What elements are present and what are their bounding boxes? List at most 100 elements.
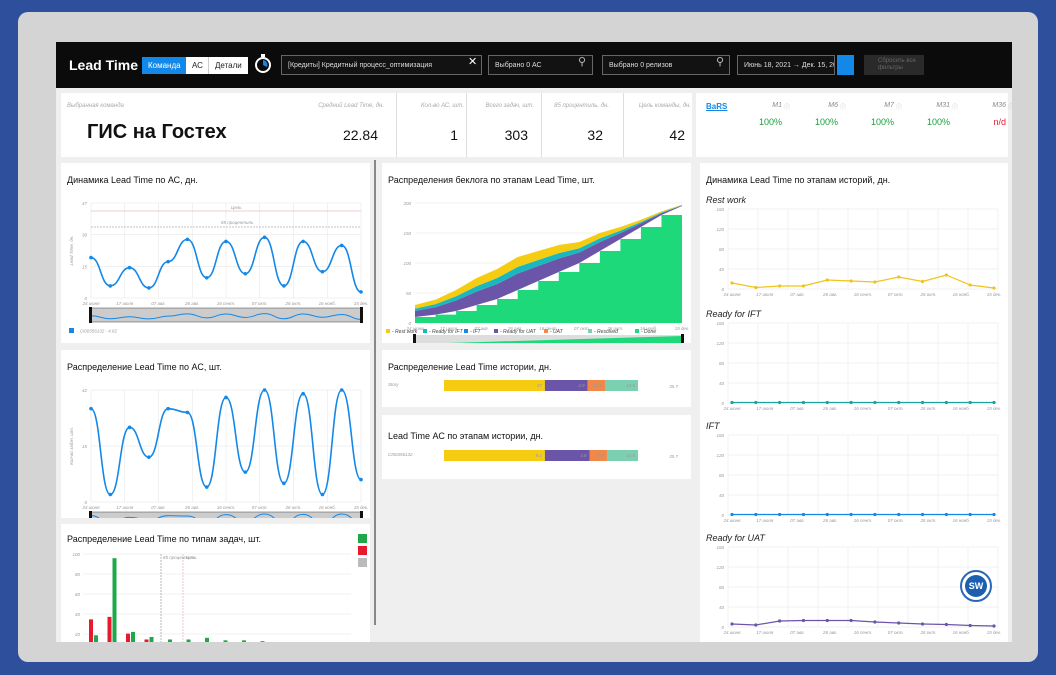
- green-bar: [94, 635, 98, 642]
- data-point: [89, 255, 93, 260]
- search-icon[interactable]: ⚲: [578, 55, 586, 68]
- y-tick-label: 120: [716, 453, 724, 458]
- lead-time-distribution-chart: 42150Кол-во задач, шт.24 июня 17 июля 07 а…: [69, 388, 368, 518]
- y-tick-label: 100: [403, 261, 411, 266]
- legend-label: - Ready for UAT: [500, 329, 536, 335]
- process-search-input[interactable]: [Кредиты] Кредитный процесс_оптимизация: [281, 55, 482, 75]
- lead-time-distribution-card: Распределение Lead Time по АС, шт. 42 15 0…: [61, 350, 370, 518]
- stat-label: Средний Lead Time, дн.: [318, 103, 384, 109]
- data-point: [301, 239, 305, 244]
- support-badge[interactable]: SW: [960, 570, 992, 602]
- y-tick-label: 30: [82, 233, 88, 238]
- data-point: [968, 512, 972, 517]
- data-point: [944, 400, 948, 405]
- y-tick-label: 40: [719, 267, 725, 272]
- date-range-input[interactable]: Июнь 18, 2021 → Дек. 15, 2021: [737, 55, 835, 75]
- x-tick-label: 15 дек.: [987, 292, 1002, 297]
- stat-block: Средний Lead Time, дн. 22.84: [316, 93, 386, 157]
- search-icon[interactable]: ⚲: [716, 55, 724, 68]
- x-tick-label: 15 дек.: [987, 518, 1002, 523]
- tab-details[interactable]: Детали: [208, 57, 248, 74]
- x-tick-label: 16 сент.: [854, 292, 872, 297]
- stat-value: 22.84: [342, 127, 378, 143]
- x-tick-label: 26 окт.: [285, 301, 302, 306]
- red-bar: [89, 619, 93, 642]
- y-tick-label: 47: [82, 201, 88, 206]
- x-tick-label: 26 авг.: [822, 630, 838, 635]
- x-tick-label: 16 нояб.: [953, 406, 970, 411]
- type-filter-red-icon[interactable]: [358, 546, 367, 555]
- y-tick-label: 42: [82, 388, 88, 393]
- stopwatch-icon[interactable]: [254, 53, 272, 75]
- stage-line-chart: 1601208040024 июня 17 июля 07 авг. 26 авг. 1…: [716, 207, 1002, 297]
- data-point: [108, 492, 113, 497]
- row-label: Story: [388, 382, 399, 387]
- x-tick-label: 15 дек.: [675, 326, 690, 331]
- x-tick-label: 07 авг.: [790, 292, 805, 297]
- x-tick-label: 16 нояб.: [953, 630, 970, 635]
- x-tick-label: 07 окт.: [252, 301, 268, 306]
- data-point: [754, 285, 758, 290]
- task-type-distribution-card: Распределение Lead Time по типам задач, …: [61, 524, 370, 642]
- data-point: [897, 400, 901, 405]
- dashboard-screen: Lead Time Команда АС Детали [Кредиты] Кр…: [56, 42, 1012, 642]
- stat-value: 303: [504, 127, 528, 143]
- stage-panel-title: Rest work: [706, 195, 747, 205]
- navigator-handle-right: [360, 307, 363, 323]
- metric-label: M7: [884, 102, 894, 109]
- data-point: [801, 400, 806, 405]
- bars-link[interactable]: BaRS: [706, 102, 727, 111]
- clear-icon[interactable]: ✕: [468, 55, 477, 68]
- release-filter-select[interactable]: Выбрано 0 релизов: [602, 55, 730, 75]
- calendar-icon[interactable]: [837, 55, 854, 75]
- data-point: [147, 455, 151, 459]
- y-tick-label: 160: [716, 545, 724, 550]
- tab-team[interactable]: Команда: [142, 57, 187, 74]
- reset-filters-button[interactable]: Сбросить все фильтры: [864, 55, 924, 75]
- x-tick-label: 24 июня: [722, 406, 741, 411]
- stack-segment: [444, 450, 545, 461]
- metric-label: M6: [828, 102, 838, 109]
- x-tick-label: 17 июля: [756, 630, 774, 635]
- data-point: [204, 485, 209, 489]
- type-filter-grey-icon[interactable]: [358, 558, 367, 567]
- scrollbar[interactable]: [374, 160, 376, 625]
- x-tick-label: 07 окт.: [888, 518, 904, 523]
- y-tick-label: 120: [716, 565, 724, 570]
- data-point: [754, 512, 758, 517]
- data-point: [224, 395, 228, 400]
- lead-time-dynamics-chart: 4730150Lead Time, дн.Цель85 процентиль24…: [69, 201, 368, 334]
- x-tick-label: 26 окт.: [920, 518, 937, 523]
- data-point: [825, 618, 829, 623]
- data-point: [920, 622, 925, 626]
- y-axis-label: Lead Time, дн.: [69, 236, 74, 266]
- as-stage-card: Lead Time АС по этапам истории, дн. CI00…: [382, 415, 691, 479]
- data-point: [897, 512, 901, 517]
- data-point: [944, 273, 948, 277]
- x-tick-label: 26 авг.: [184, 301, 200, 306]
- data-point: [968, 283, 972, 287]
- legend-swatch: [588, 329, 592, 333]
- data-point: [320, 492, 325, 497]
- legend-item: - Resolved: [588, 329, 618, 335]
- type-filter-green-icon[interactable]: [358, 534, 367, 543]
- team-label: Выбранная команда: [67, 103, 124, 109]
- task-type-distribution-chart: 1008060402085 процентильЦель: [72, 552, 351, 642]
- x-tick-label: 24 июня: [722, 630, 741, 635]
- data-point: [224, 239, 228, 244]
- data-point: [185, 237, 190, 242]
- x-tick-label: 07 окт.: [888, 292, 904, 297]
- metric-label: M31: [936, 102, 950, 109]
- stage-panel-title: IFT: [706, 421, 720, 431]
- green-bar: [168, 639, 172, 642]
- x-tick-label: 26 окт.: [920, 292, 937, 297]
- data-point: [873, 620, 877, 624]
- y-tick-label: 160: [716, 321, 724, 326]
- data-point: [920, 279, 925, 284]
- y-tick-label: 100: [72, 552, 80, 557]
- tab-as[interactable]: АС: [186, 57, 209, 74]
- as-stage-stack-bar: CI00356132 8.1 3.8 9.7 22.5 35.7: [388, 450, 678, 461]
- range-navigator: [90, 307, 362, 323]
- lead-time-dynamics-card: Динамика Lead Time по АС, дн. 47 30 15 0 Lea…: [61, 163, 370, 343]
- series-line: [731, 619, 995, 627]
